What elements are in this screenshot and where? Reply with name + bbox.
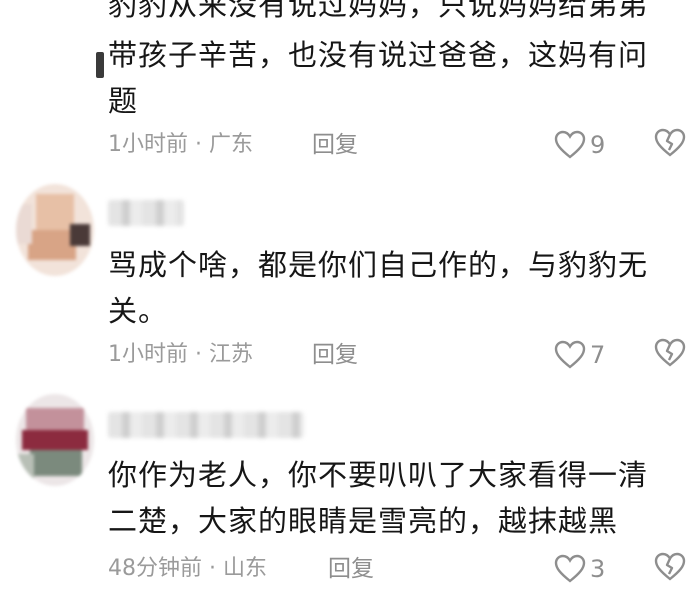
broken-heart-icon (654, 128, 686, 157)
comment-region: 江苏 (208, 342, 253, 367)
broken-heart-icon (654, 552, 686, 581)
like-button[interactable]: 7 (554, 338, 605, 372)
comment-text: 你作为老人，你不要叭叭了大家看得一清 二楚，大家的眼睛是雪亮的，越抹越黑 (108, 452, 688, 544)
comment-text-line: 二楚，大家的眼睛是雪亮的，越抹越黑 (108, 504, 619, 538)
username-blurred[interactable] (108, 200, 184, 226)
heart-outline-icon (554, 130, 586, 159)
comment-meta: 48分钟前 · 山东 (108, 552, 267, 586)
like-button[interactable]: 3 (554, 552, 605, 586)
comment-region: 广东 (208, 132, 253, 157)
heart-outline-icon (554, 340, 586, 369)
dislike-button[interactable] (654, 552, 686, 586)
comment-text-line: 题 (108, 84, 139, 118)
dislike-button[interactable] (654, 128, 686, 162)
reply-button[interactable]: 回复 (312, 128, 358, 162)
avatar[interactable] (16, 184, 94, 276)
dislike-button[interactable] (654, 338, 686, 372)
avatar[interactable] (16, 394, 94, 486)
comment-text-line: 你作为老人，你不要叭叭了大家看得一清 (108, 458, 649, 492)
heart-outline-icon (554, 554, 586, 583)
like-button[interactable]: 9 (554, 128, 605, 162)
meta-separator: · (188, 342, 209, 367)
broken-heart-icon (654, 338, 686, 367)
meta-separator: · (202, 556, 223, 581)
comment-time: 48分钟前 (108, 556, 202, 581)
like-count: 7 (590, 341, 606, 369)
reply-button[interactable]: 回复 (328, 552, 374, 586)
meta-separator: · (188, 132, 209, 157)
comment-meta: 1小时前 · 江苏 (108, 338, 253, 372)
comment-meta: 1小时前 · 广东 (108, 128, 253, 162)
comment-text-partial: 豹豹从来没有说过妈妈，只说妈妈给弟弟 (108, 0, 649, 22)
comment-text-line: 骂成个啥，都是你们自己作的，与豹豹无 (108, 248, 649, 282)
comment-text-line: 关。 (108, 294, 169, 328)
comment-time: 1小时前 (108, 342, 188, 367)
comment-text: 带孩子辛苦，也没有说过爸爸，这妈有问 题 (108, 32, 688, 124)
like-count: 9 (590, 131, 606, 159)
like-count: 3 (590, 555, 606, 583)
comment-region: 山东 (222, 556, 267, 581)
comment-text-line: 带孩子辛苦，也没有说过爸爸，这妈有问 (108, 38, 649, 72)
comment-text: 骂成个啥，都是你们自己作的，与豹豹无 关。 (108, 242, 688, 334)
username-blurred[interactable] (108, 412, 304, 438)
comment-time: 1小时前 (108, 132, 188, 157)
scroll-handle[interactable] (96, 52, 104, 78)
reply-button[interactable]: 回复 (312, 338, 358, 372)
